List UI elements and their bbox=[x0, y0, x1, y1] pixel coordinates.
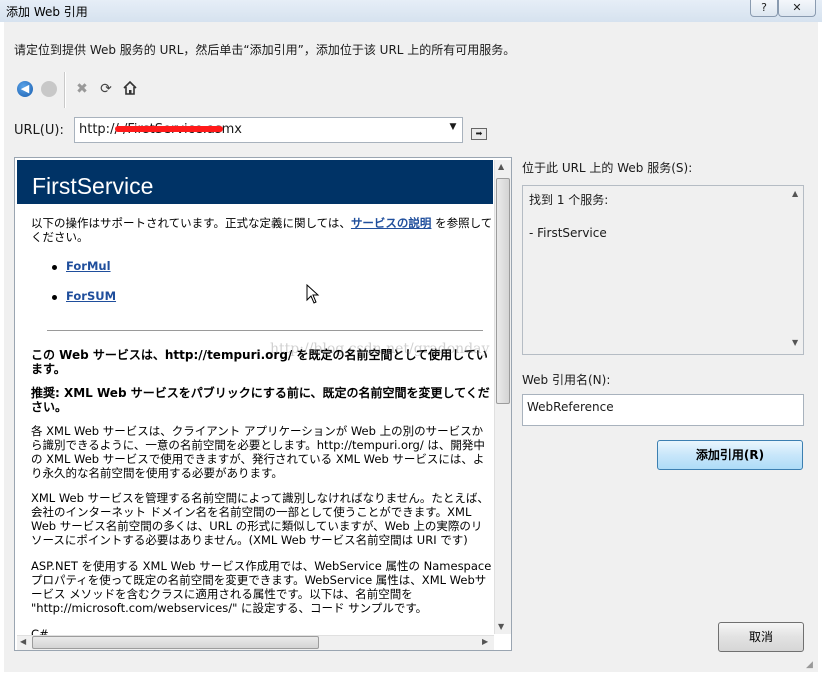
horizontal-scroll-thumb[interactable] bbox=[32, 636, 319, 649]
paragraph-1: 各 XML Web サービスは、クライアント アプリケーションが Web 上の別… bbox=[31, 424, 485, 480]
intro-pre: 以下の操作はサポートされています。正式な定義に関しては、 bbox=[31, 216, 351, 230]
home-icon[interactable] bbox=[121, 80, 139, 98]
recommend-heading: 推奨: XML Web サービスをパブリックにする前に、既定の名前空間を変更して… bbox=[31, 386, 490, 414]
arrow-left-icon[interactable]: ◀ bbox=[17, 81, 33, 97]
instruction-text: 请定位到提供 Web 服务的 URL，然后单击“添加引用”，添加位于该 URL … bbox=[14, 43, 516, 57]
service-browser-pane[interactable]: FirstService 以下の操作はサポートされています。正式な定義に関しては… bbox=[14, 157, 512, 651]
stop-icon[interactable] bbox=[41, 81, 57, 97]
chevron-down-icon[interactable]: ▼ bbox=[447, 122, 459, 132]
mouse-cursor-icon bbox=[306, 284, 320, 304]
x-icon[interactable]: ✖ bbox=[73, 80, 91, 98]
window-title: 添加 Web 引用 bbox=[6, 5, 88, 19]
go-arrow-icon[interactable]: ➡ bbox=[471, 128, 487, 140]
bullet-icon bbox=[52, 265, 57, 270]
paragraph-3: ASP.NET を使用する XML Web サービス作成用では、WebServi… bbox=[31, 559, 492, 615]
scroll-right-icon[interactable]: ▶ bbox=[482, 637, 488, 646]
services-found-text: 找到 1 个服务: bbox=[529, 193, 609, 207]
refresh-icon[interactable]: ⟳ bbox=[97, 80, 115, 98]
scroll-down-icon[interactable]: ▼ bbox=[498, 622, 504, 631]
reference-name-value[interactable]: WebReference bbox=[527, 400, 614, 414]
scroll-up-icon[interactable]: ▲ bbox=[498, 162, 504, 171]
cancel-button[interactable]: 取消 bbox=[718, 622, 804, 652]
services-scrollbar[interactable]: ▲ ▼ bbox=[789, 186, 803, 352]
services-list[interactable]: 找到 1 个服务: - FirstService ▲ ▼ bbox=[522, 185, 804, 355]
service-title: FirstService bbox=[32, 173, 154, 199]
reference-name-input[interactable]: WebReference bbox=[522, 394, 804, 426]
toolbar-separator bbox=[64, 72, 66, 108]
scroll-down-icon[interactable]: ▼ bbox=[792, 338, 798, 347]
close-button[interactable]: ✕ bbox=[778, 0, 816, 17]
service-header: FirstService bbox=[17, 160, 493, 204]
add-reference-button[interactable]: 添加引用(R) bbox=[657, 440, 803, 470]
help-button[interactable]: ? bbox=[750, 0, 778, 17]
service-item[interactable]: - FirstService bbox=[529, 226, 607, 240]
resize-grip-icon[interactable]: ◢ bbox=[806, 660, 813, 670]
intro-text: 以下の操作はサポートされています。正式な定義に関しては、サービスの説明 を参照し… bbox=[31, 216, 493, 244]
operation-link-formul[interactable]: ForMul bbox=[66, 259, 111, 273]
url-combobox[interactable]: http:// /FirstService.asmx ▼ bbox=[74, 117, 463, 143]
scroll-up-icon[interactable]: ▲ bbox=[792, 189, 798, 198]
watermark-text: http://blog.csdn.net/gradonday bbox=[270, 341, 490, 357]
divider bbox=[47, 330, 483, 331]
service-description-link[interactable]: サービスの説明 bbox=[351, 216, 432, 230]
reference-name-label: Web 引用名(N): bbox=[522, 373, 611, 387]
scroll-left-icon[interactable]: ◀ bbox=[20, 637, 26, 646]
redaction-mark bbox=[115, 126, 223, 132]
paragraph-2: XML Web サービスを管理する名前空間によって識別しなければなりません。たと… bbox=[31, 491, 489, 547]
services-label: 位于此 URL 上的 Web 服务(S): bbox=[522, 161, 693, 175]
vertical-scroll-thumb[interactable] bbox=[496, 178, 510, 404]
url-label: URL(U): bbox=[14, 123, 64, 138]
bullet-icon bbox=[52, 295, 57, 300]
title-bar bbox=[0, 0, 822, 22]
operation-link-forsum[interactable]: ForSUM bbox=[66, 289, 116, 303]
